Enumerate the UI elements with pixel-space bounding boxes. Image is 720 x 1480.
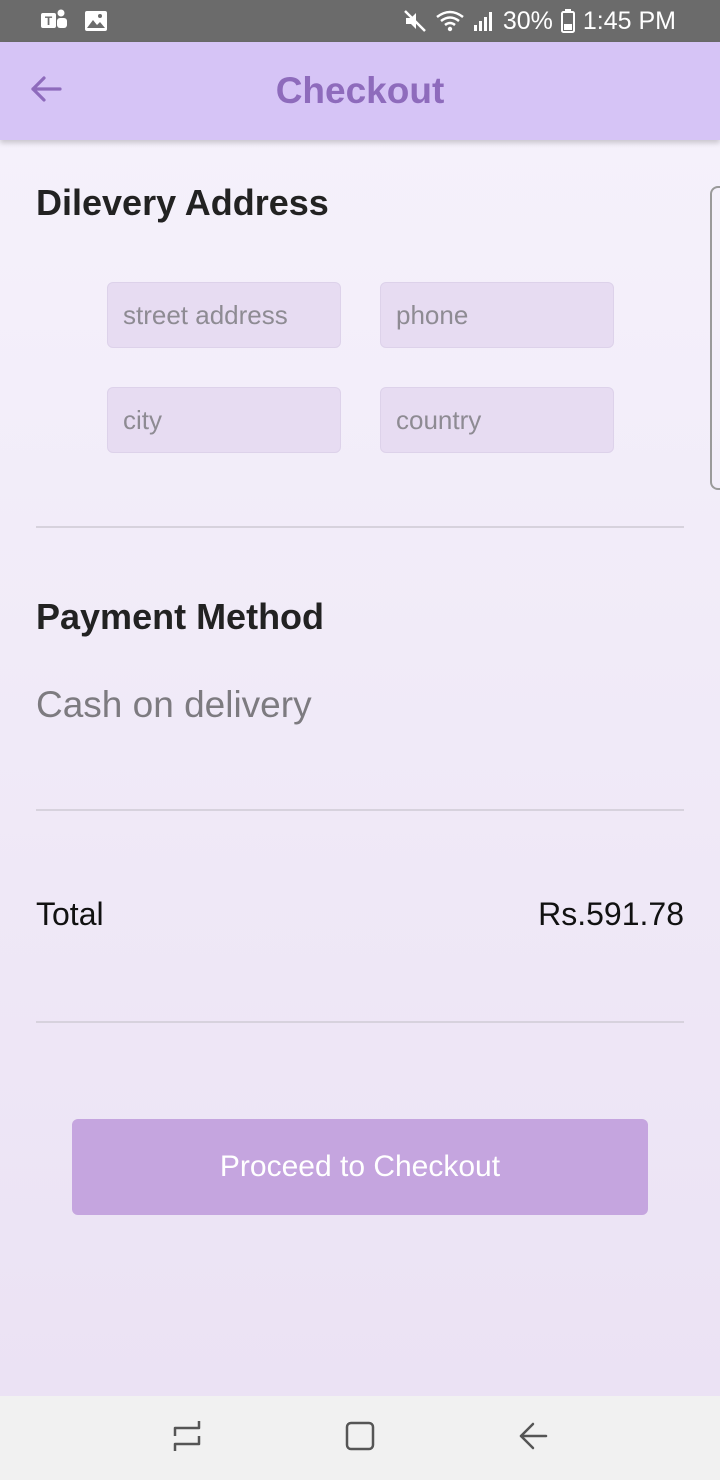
city-input[interactable]: [107, 387, 341, 453]
status-left-icons: T: [40, 8, 108, 34]
clock: 1:45 PM: [582, 6, 676, 35]
system-back-button[interactable]: [503, 1408, 563, 1468]
app-bar: Checkout: [0, 42, 720, 140]
page-title: Checkout: [275, 70, 445, 111]
status-bar: T 30% 1:45 PM: [0, 0, 720, 42]
back-icon: [517, 1420, 549, 1457]
wifi-icon: [435, 9, 465, 33]
home-button[interactable]: [330, 1408, 390, 1468]
gallery-icon: [84, 10, 108, 32]
payment-method-value: Cash on delivery: [36, 684, 312, 725]
recent-apps-icon: [171, 1419, 203, 1458]
status-right-icons: 30% 1:45 PM: [403, 7, 676, 36]
street-address-input[interactable]: [107, 282, 341, 348]
proceed-to-checkout-button[interactable]: Proceed to Checkout: [72, 1119, 648, 1215]
teams-icon: T: [40, 8, 68, 34]
divider: [36, 1021, 684, 1023]
recent-apps-button[interactable]: [157, 1408, 217, 1468]
country-input[interactable]: [380, 387, 614, 453]
total-value: Rs.591.78: [538, 896, 684, 932]
divider: [36, 809, 684, 811]
scroll-indicator[interactable]: [710, 186, 720, 490]
system-nav-bar: [0, 1396, 720, 1480]
svg-text:T: T: [45, 14, 53, 28]
battery-icon: [560, 9, 575, 33]
battery-percent: 30%: [502, 6, 553, 35]
checkout-content: Dilevery Address Payment Method Cash on …: [0, 140, 720, 1396]
signal-icon: [473, 10, 495, 32]
payment-method-title: Payment Method: [36, 596, 325, 637]
phone-input[interactable]: [380, 282, 614, 348]
divider: [36, 526, 684, 528]
total-label: Total: [36, 896, 104, 932]
home-icon: [344, 1420, 376, 1457]
mute-icon: [403, 9, 427, 33]
delivery-address-title: Dilevery Address: [36, 182, 329, 223]
